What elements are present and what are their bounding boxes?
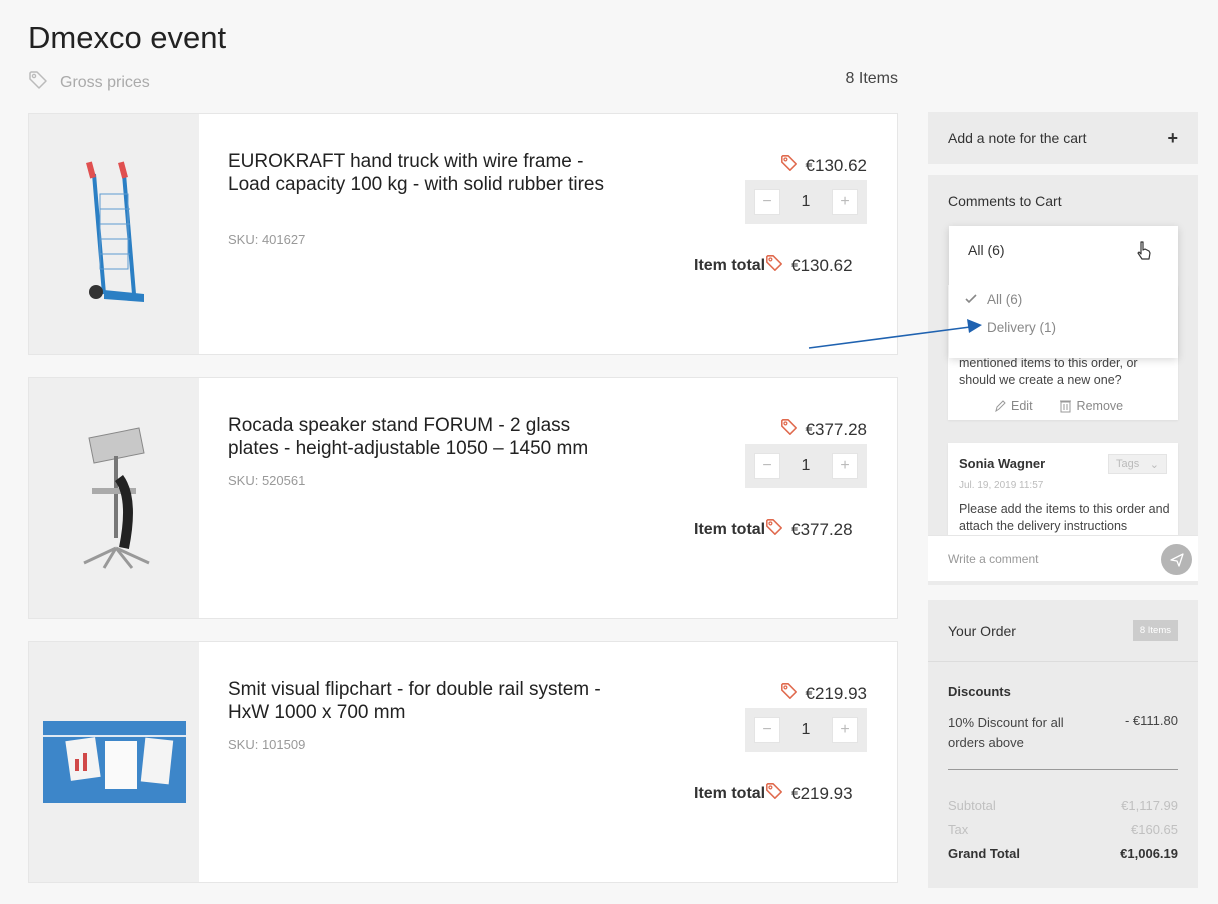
unit-price-value: €377.28 [805,419,867,439]
checkmark-icon [965,292,977,307]
item-total-value: €377.28 [791,519,853,539]
edit-label: Edit [1011,398,1033,413]
comment-author: Sonia Wagner [959,456,1046,471]
unit-price: €130.62 [780,154,867,177]
quantity-value[interactable]: 1 [802,457,811,475]
quantity-value[interactable]: 1 [802,193,811,211]
plus-icon: + [1167,127,1178,148]
grand-total-value: €1,006.19 [1120,846,1178,861]
page-title: Dmexco event [28,20,227,55]
comments-title: Comments to Cart [948,193,1062,209]
discount-value: - €111.80 [1124,713,1178,728]
price-tag-icon [765,518,783,541]
price-mode-label: Gross prices [60,73,150,91]
comment-text: Please add the items to this order and a… [959,502,1170,533]
quantity-stepper: − 1 + [745,180,867,224]
product-sku: SKU: 101509 [228,737,306,752]
pencil-icon [995,399,1006,412]
cart-item-count: 8 Items [845,70,898,87]
price-tag-icon [765,782,783,805]
item-total-label: Item total [694,784,766,802]
comment-input-placeholder: Write a comment [948,551,1039,566]
trash-icon [1059,400,1071,413]
your-order-title: Your Order [948,622,1016,639]
price-mode: Gross prices [28,70,150,95]
tax-row: Tax €160.65 [948,822,1178,837]
comments-filter-dropdown[interactable]: All (6) All (6) Delivery (1) [949,226,1178,358]
price-tag-icon [765,254,783,277]
price-tag-icon [780,154,798,177]
subtotal-row: Subtotal €1,117.99 [948,798,1178,813]
product-image[interactable] [29,378,199,618]
discounts-heading: Discounts [948,684,1011,699]
cart-product: EUROKRAFT hand truck with wire frame - L… [28,113,898,355]
unit-price: €377.28 [780,418,867,441]
quantity-stepper: − 1 + [745,444,867,488]
item-total: Item total €377.28 [694,518,853,541]
grand-total-label: Grand Total [948,846,1020,861]
cart-product: Smit visual flipchart - for double rail … [28,641,898,883]
subtotal-label: Subtotal [948,798,996,813]
price-tag-icon [780,418,798,441]
tags-dropdown[interactable]: Tags ⌄ [1108,454,1167,474]
tags-label: Tags [1116,458,1140,470]
decrease-quantity-button[interactable]: − [754,453,780,479]
filter-selected-value: All (6) [968,242,1005,258]
tax-label: Tax [948,822,969,837]
filter-option-label: All (6) [987,292,1023,307]
quantity-value[interactable]: 1 [802,721,811,739]
unit-price-value: €130.62 [805,155,867,175]
add-note-label: Add a note for the cart [948,130,1087,146]
cart-product: Rocada speaker stand FORUM - 2 glass pla… [28,377,898,619]
your-order-header: Your Order 8 Items [928,600,1198,662]
add-note-button[interactable]: Add a note for the cart + [928,112,1198,164]
filter-option-all[interactable]: All (6) [965,292,1022,307]
order-summary: Discounts 10% Discount for all orders ab… [928,662,1198,888]
filter-option-label: Delivery (1) [987,320,1057,335]
product-image[interactable] [29,114,199,354]
comment-input[interactable]: Write a comment [928,535,1198,581]
price-tag-icon [780,682,798,705]
order-count-badge: 8 Items [1132,620,1178,641]
hand-cursor-icon [1134,240,1154,267]
quantity-stepper: − 1 + [745,708,867,752]
comment-text: mentioned items to this order, or should… [959,356,1138,387]
product-name[interactable]: EUROKRAFT hand truck with wire frame - L… [228,150,618,196]
comment-date: Jul. 19, 2019 11:57 [959,480,1044,491]
remove-label: Remove [1076,398,1124,413]
product-name[interactable]: Smit visual flipchart - for double rail … [228,678,618,724]
item-total-value: €130.62 [791,255,853,275]
product-sku: SKU: 401627 [228,232,306,247]
product-image[interactable] [29,642,199,882]
discount-description: 10% Discount for all orders above [948,715,1064,750]
filter-option-delivery[interactable]: Delivery (1) [965,320,1056,335]
unit-price-value: €219.93 [805,683,867,703]
increase-quantity-button[interactable]: + [832,453,858,479]
item-total-label: Item total [694,520,766,538]
item-total-label: Item total [694,256,766,274]
increase-quantity-button[interactable]: + [832,189,858,215]
send-comment-button[interactable] [1161,544,1192,575]
decrease-quantity-button[interactable]: − [754,189,780,215]
product-name[interactable]: Rocada speaker stand FORUM - 2 glass pla… [228,414,618,460]
comment-card: Sonia Wagner Tags ⌄ Jul. 19, 2019 11:57 … [948,443,1178,535]
chevron-down-icon: ⌄ [1149,458,1159,471]
decrease-quantity-button[interactable]: − [754,717,780,743]
grand-total-row: Grand Total €1,006.19 [948,846,1178,861]
edit-comment-button[interactable]: Edit [994,398,1033,413]
item-total: Item total €219.93 [694,782,853,805]
unit-price: €219.93 [780,682,867,705]
comment-actions: Edit Remove [994,398,1123,413]
increase-quantity-button[interactable]: + [832,717,858,743]
send-icon [1169,552,1184,567]
summary-divider [948,769,1178,770]
remove-comment-button[interactable]: Remove [1059,398,1124,413]
subtotal-value: €1,117.99 [1121,798,1178,813]
item-total-value: €219.93 [791,783,853,803]
product-sku: SKU: 520561 [228,473,306,488]
tag-icon [28,70,48,95]
item-total: Item total €130.62 [694,254,853,277]
tax-value: €160.65 [1131,822,1178,837]
